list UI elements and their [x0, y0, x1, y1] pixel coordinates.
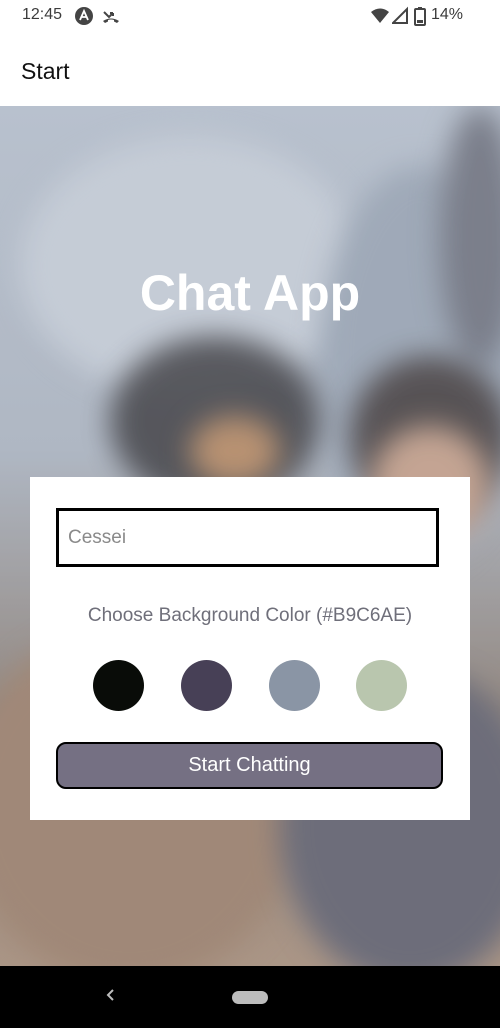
color-label: Choose Background Color (#B9C6AE)	[87, 605, 413, 626]
screen: 12:45 14% Start Chat App Cessei Choose B…	[0, 0, 500, 1028]
app-bar: Start	[0, 32, 500, 106]
battery-icon	[414, 6, 426, 26]
color-swatches	[30, 660, 470, 712]
start-card: Choose Background Color (#B9C6AE) Start …	[30, 477, 470, 820]
app-a-icon	[74, 6, 94, 26]
navigation-bar	[0, 966, 500, 1028]
signal-icon	[392, 6, 408, 26]
app-title: Chat App	[139, 265, 361, 321]
color-swatch-green[interactable]	[356, 660, 407, 711]
home-pill-icon[interactable]	[232, 991, 268, 1004]
wifi-icon	[370, 6, 390, 26]
back-icon[interactable]	[100, 985, 120, 1005]
color-swatch-black[interactable]	[93, 660, 144, 711]
battery-percent: 14%	[430, 6, 463, 23]
missed-call-icon	[101, 6, 121, 26]
status-time: 12:45	[22, 6, 63, 23]
status-bar: 12:45 14%	[0, 0, 500, 32]
start-chatting-button[interactable]: Start Chatting	[56, 742, 443, 789]
name-input[interactable]	[56, 508, 439, 567]
color-swatch-purple[interactable]	[181, 660, 232, 711]
color-swatch-gray-blue[interactable]	[269, 660, 320, 711]
app-bar-title: Start	[21, 58, 70, 84]
